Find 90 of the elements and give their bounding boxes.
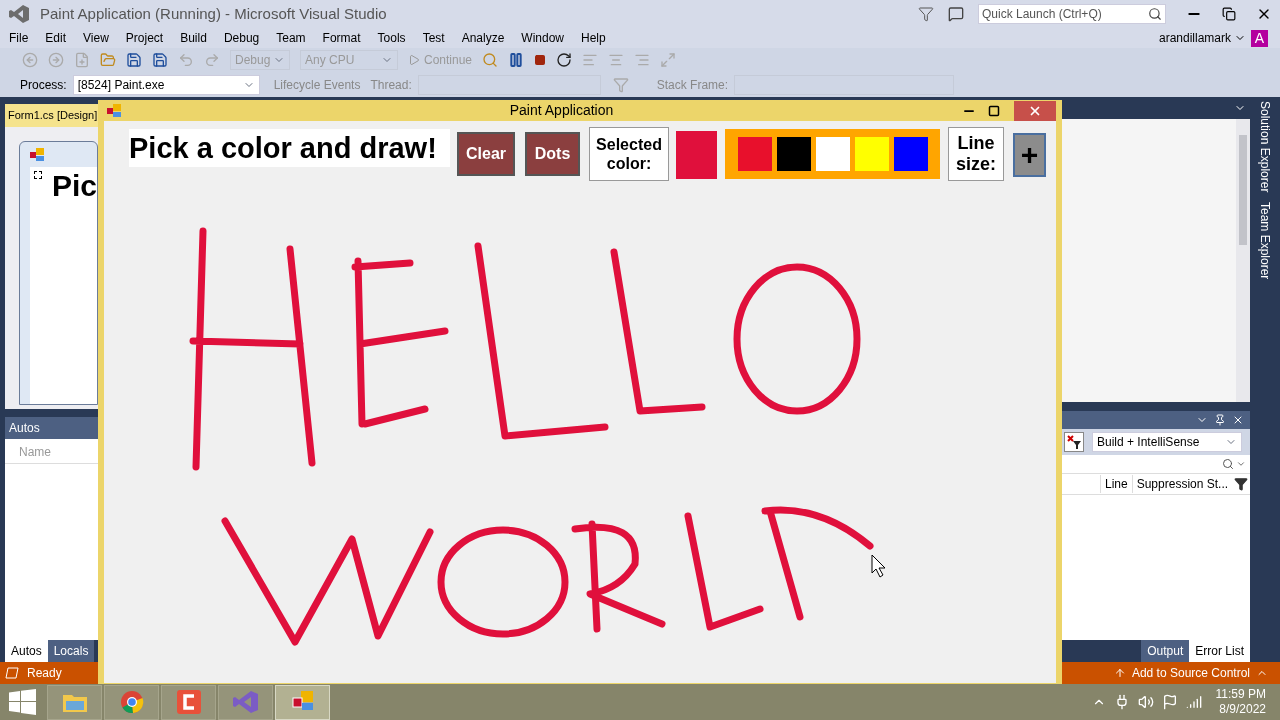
feedback-icon[interactable]	[948, 6, 964, 22]
menu-item[interactable]: Analyze	[455, 29, 511, 47]
account-name[interactable]: arandillamark	[1158, 29, 1231, 47]
panel-tab[interactable]: Locals	[47, 640, 95, 662]
volume-icon[interactable]	[1137, 694, 1154, 710]
process-dropdown[interactable]: [8524] Paint.exe	[72, 74, 260, 95]
restart-icon[interactable]	[556, 52, 573, 68]
recorder-icon	[176, 690, 201, 714]
open-folder-icon[interactable]	[100, 52, 116, 68]
stack-frame-label: Stack Frame:	[656, 76, 729, 94]
restore-icon[interactable]	[1222, 7, 1236, 21]
status-icon	[5, 667, 19, 679]
menu-item[interactable]: Test	[416, 29, 451, 47]
selection-handle-icon	[34, 170, 42, 179]
column-header: Name	[19, 444, 51, 459]
search-icon	[1222, 458, 1234, 470]
filter-icon[interactable]	[1234, 477, 1249, 491]
column-header: Line	[1100, 475, 1133, 493]
side-tab[interactable]: Team Explorer	[1256, 202, 1274, 280]
account-avatar[interactable]: A	[1251, 29, 1268, 47]
arrow-up-icon	[1113, 667, 1126, 679]
caret-icon	[1236, 459, 1246, 469]
menu-item[interactable]: Build	[174, 29, 213, 47]
color-swatch[interactable]	[777, 137, 811, 171]
signal-icon[interactable]	[1185, 694, 1202, 710]
side-tab[interactable]: Solution Explorer	[1256, 101, 1274, 193]
increase-size-button[interactable]: +	[1013, 133, 1046, 177]
search-field[interactable]	[1062, 455, 1250, 473]
play-icon	[408, 54, 420, 66]
close-icon[interactable]	[1232, 414, 1244, 426]
menu-item[interactable]: File	[3, 29, 35, 47]
find-icon[interactable]	[482, 52, 499, 68]
panel-tab[interactable]: Error List	[1189, 640, 1250, 662]
selected-color-label: Selected color:	[589, 127, 669, 181]
window-title: Paint Application (Running) - Microsoft Visual Studio	[40, 3, 387, 24]
cursor-icon	[871, 554, 886, 578]
column-header: Suppression St...	[1135, 476, 1230, 493]
source-control-button[interactable]: Add to Source Control	[1113, 664, 1268, 682]
error-filter-icon[interactable]	[1064, 432, 1084, 452]
menu-item[interactable]: Help	[575, 29, 612, 47]
menu-item[interactable]: Format	[316, 29, 367, 47]
flag-icon[interactable]	[1161, 694, 1178, 710]
menu-item[interactable]: Project	[119, 29, 170, 47]
menu-item[interactable]: Team	[270, 29, 312, 47]
menu-item[interactable]: Tools	[371, 29, 412, 47]
menu-item[interactable]: View	[77, 29, 115, 47]
menu-item[interactable]: Debug	[217, 29, 266, 47]
quick-launch-field[interactable]: Quick Launch (Ctrl+Q)	[978, 4, 1166, 24]
browser-icon	[119, 690, 144, 714]
form-label: Pic	[51, 170, 97, 201]
panel-title: Autos	[5, 416, 98, 439]
clock-date[interactable]: 8/9/2022	[1219, 702, 1266, 717]
color-swatch[interactable]	[855, 137, 889, 171]
scope-dropdown[interactable]: Build + IntelliSense	[1092, 432, 1242, 452]
panel-tab[interactable]: Autos	[5, 640, 48, 662]
taskbar-button[interactable]	[275, 684, 330, 720]
logo-icon	[9, 5, 29, 23]
status-text: Ready	[27, 665, 62, 682]
paint-window-title: Paint Application	[508, 101, 615, 120]
taskbar-button[interactable]	[218, 684, 273, 720]
line-size-label: Line size:	[948, 127, 1004, 181]
menu-item[interactable]: Window	[515, 29, 571, 47]
dots-button[interactable]: Dots	[525, 132, 580, 176]
app-icon	[107, 104, 121, 117]
process-label: Process:	[20, 76, 67, 94]
start-icon[interactable]	[9, 689, 36, 715]
close-button[interactable]	[1014, 100, 1056, 121]
color-swatch[interactable]	[738, 137, 772, 171]
save-all-icon[interactable]	[152, 52, 168, 68]
pin-icon[interactable]	[1214, 414, 1226, 426]
clock-time[interactable]: 11:59 PM	[1215, 687, 1266, 702]
thread-label: Thread:	[370, 76, 412, 94]
clear-button[interactable]: Clear	[457, 132, 515, 176]
studio-icon	[232, 690, 259, 714]
taskbar-button[interactable]	[104, 684, 159, 720]
scrollbar[interactable]	[1236, 119, 1250, 402]
color-swatch[interactable]	[894, 137, 928, 171]
stop-icon[interactable]	[534, 54, 547, 66]
taskbar-button[interactable]	[47, 684, 102, 720]
menu-item[interactable]: Edit	[39, 29, 73, 47]
save-icon[interactable]	[126, 52, 142, 68]
search-icon[interactable]	[1148, 7, 1162, 21]
panel-tab[interactable]: Output	[1141, 640, 1190, 662]
document-tab[interactable]: Form1.cs [Design]	[5, 104, 98, 127]
taskbar-button[interactable]	[161, 684, 216, 720]
heading-label: Pick a color and draw!	[129, 129, 450, 167]
maximize-icon[interactable]	[988, 104, 1000, 117]
pause-icon[interactable]	[508, 52, 525, 68]
form-icon	[30, 147, 44, 161]
color-swatch[interactable]	[816, 137, 850, 171]
